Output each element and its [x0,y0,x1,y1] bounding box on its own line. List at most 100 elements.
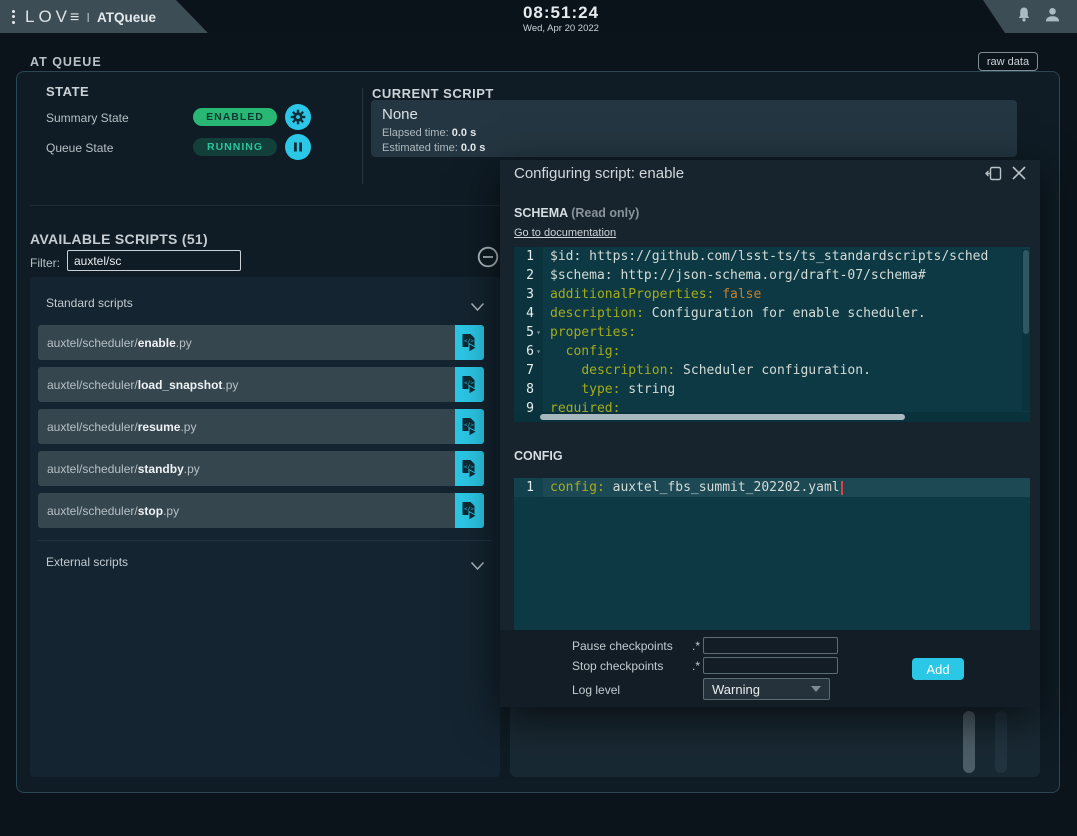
launch-script-button[interactable]: </> [455,409,484,444]
gear-icon [290,109,306,125]
gutter-spacer [534,380,543,399]
config-code-editor[interactable]: 1 config: auxtel_fbs_summit_202202.yaml [514,478,1030,630]
pause-icon [292,141,304,153]
queue-state-label: Queue State [46,141,113,155]
script-row[interactable]: auxtel/scheduler/resume.py</> [38,409,484,444]
current-script-name: None [382,106,418,123]
raw-data-button[interactable]: raw data [978,52,1038,71]
code-line: 9required: [514,399,1030,413]
line-number: 3 [514,285,534,304]
gutter-spacer [534,266,543,285]
summary-state-badge: ENABLED [193,108,277,126]
line-number: 1 [514,247,534,266]
documentation-link[interactable]: Go to documentation [514,227,616,239]
launch-script-button[interactable]: </> [455,493,484,528]
log-level-value: Warning [712,682,760,697]
clock: 08:51:24 Wed, Apr 20 2022 [523,3,599,34]
launch-script-button[interactable]: </> [455,451,484,486]
schema-heading: SCHEMA (Read only) [514,206,639,220]
available-scripts-title: AVAILABLE SCRIPTS (51) [30,231,208,247]
code-text: description: Configuration for enable sc… [543,304,926,323]
gutter-spacer [534,361,543,380]
line-number: 2 [514,266,534,285]
code-text: required: [543,399,620,413]
line-number: 8 [514,380,534,399]
code-line: 6▾ config: [514,342,1030,361]
code-text: type: string [543,380,675,399]
line-number: 4 [514,304,534,323]
script-path: auxtel/scheduler/enable.py [38,325,455,360]
duplicate-icon[interactable] [984,166,1003,188]
love-logo: LOV ≡ I ATQueue [25,7,156,27]
script-row[interactable]: auxtel/scheduler/enable.py </> [38,325,484,360]
logo-e-glyph: ≡ [70,9,79,27]
pause-checkpoints-input[interactable] [703,637,838,654]
code-text: properties: [543,323,636,342]
select-caret-icon [811,686,821,692]
top-bar: LOV ≡ I ATQueue 08:51:24 Wed, Apr 20 202… [0,0,1077,33]
code-line: 1 config: auxtel_fbs_summit_202202.yaml [514,478,1030,497]
stop-checkpoints-input[interactable] [703,657,838,674]
queue-scrollbar[interactable] [963,711,975,773]
summary-state-settings-button[interactable] [285,104,311,130]
state-section-title: STATE [46,84,89,99]
filter-input[interactable] [67,250,241,271]
collapse-minus-icon[interactable] [477,246,499,268]
script-file-icon: </> [461,417,478,437]
log-level-select[interactable]: Warning [703,678,830,700]
launch-script-button[interactable]: </> [455,367,484,402]
gutter-spacer [534,399,543,413]
standard-scripts-chevron-down-icon[interactable] [470,299,485,317]
code-line: 8 type: string [514,380,1030,399]
pause-regex-hint: .* [692,639,700,653]
script-path: auxtel/scheduler/load_snapshot.py [38,367,455,402]
script-file-icon: </> [461,501,478,521]
code-text: additionalProperties: false [543,285,761,304]
schema-heading-text: SCHEMA [514,206,568,220]
clock-time: 08:51:24 [523,3,599,23]
gutter-spacer [534,304,543,323]
logo-text: LOV [25,7,71,27]
pause-queue-button[interactable] [285,134,311,160]
text-cursor [841,481,843,495]
script-path: auxtel/scheduler/standby.py [38,451,455,486]
logo-divider: I [86,10,90,25]
fold-caret-icon[interactable]: ▾ [534,342,543,361]
estimated-time-value: 0.0 s [461,142,485,154]
code-line: 7 description: Scheduler configuration. [514,361,1030,380]
modal-title: Configuring script: enable [514,165,684,182]
stop-checkpoints-text: Stop checkpoints [572,659,663,673]
queue-state-badge: RUNNING [193,138,277,156]
notifications-bell-icon[interactable] [1016,6,1032,28]
schema-code-editor[interactable]: 1$id: https://github.com/lsst-ts/ts_stan… [514,247,1030,413]
user-account-icon[interactable] [1044,6,1061,28]
summary-state-label: Summary State [46,111,129,125]
line-number: 1 [514,478,534,497]
line-number: 6 [514,342,534,361]
app-name: ATQueue [97,10,156,25]
standard-scripts-group-label: Standard scripts [46,296,133,310]
stop-checkpoints-label: Stop checkpoints .* [572,659,700,673]
elapsed-time-label: Elapsed time: [382,127,449,139]
code-text: config: auxtel_fbs_summit_202202.yaml [543,478,843,497]
code-text: config: [543,342,620,361]
launch-script-button[interactable]: </> [455,325,484,360]
queue-panel-fragment [510,707,1040,777]
code-line: 5▾properties: [514,323,1030,342]
fold-caret-icon[interactable]: ▾ [534,323,543,342]
script-file-icon: </> [461,333,478,353]
menu-dots-icon[interactable] [12,10,15,24]
script-row[interactable]: auxtel/scheduler/load_snapshot.py</> [38,367,484,402]
script-row[interactable]: auxtel/scheduler/standby.py</> [38,451,484,486]
add-button[interactable]: Add [912,658,964,680]
script-row[interactable]: auxtel/scheduler/stop.py </> [38,493,484,528]
code-line: 3 additionalProperties: false [514,285,1030,304]
gutter-spacer [534,285,543,304]
schema-horizontal-scrollbar[interactable] [540,414,905,420]
close-icon[interactable] [1011,165,1027,186]
script-path: auxtel/scheduler/stop.py [38,493,455,528]
code-text: $schema: http://json-schema.org/draft-07… [543,266,926,285]
external-scripts-chevron-down-icon[interactable] [470,558,485,576]
schema-vertical-scrollbar[interactable] [1023,250,1029,334]
estimated-time-label: Estimated time: [382,142,458,154]
